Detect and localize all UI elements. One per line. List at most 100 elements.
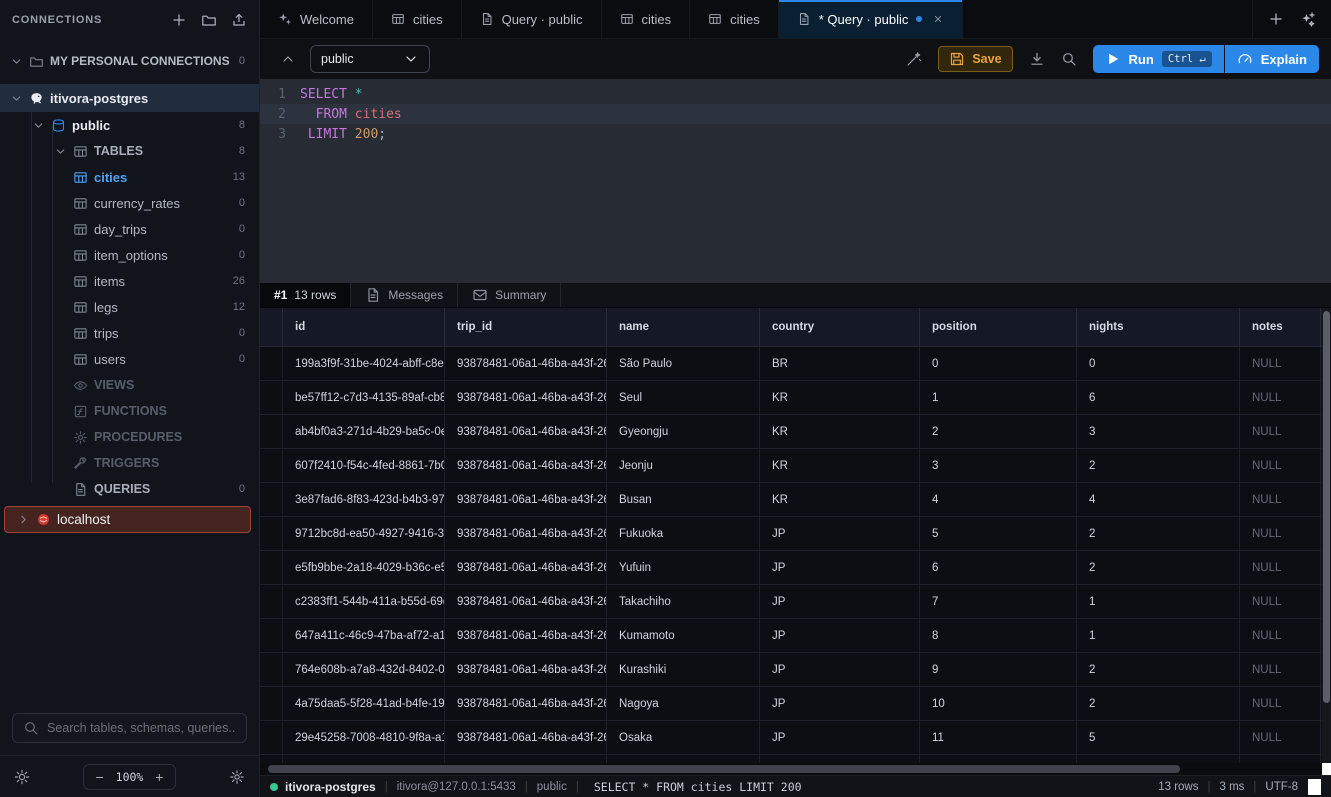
cell-country: JP [760,551,920,584]
messages-tab[interactable]: Messages [351,283,458,307]
format-sql-wand-icon[interactable] [906,51,922,67]
chevron-right-icon[interactable] [15,512,31,528]
horizontal-scrollbar[interactable] [260,763,1331,775]
table-row[interactable]: 607f2410-f54c-4fed-8861-7b044293878481-0… [260,449,1331,483]
sidebar-item-table-day_trips[interactable]: day_trips0 [0,216,259,242]
schema-select[interactable]: public [310,45,430,73]
sidebar-item-label: cities [94,170,233,185]
tab-query---public[interactable]: Query · public [462,0,602,38]
row-gutter-cell[interactable] [260,415,283,448]
search-in-editor-icon[interactable] [1061,51,1077,67]
sidebar-item-schema-public[interactable]: public8 [0,112,259,138]
column-header-position[interactable]: position [920,308,1077,346]
column-header-country[interactable]: country [760,308,920,346]
new-folder-button[interactable] [201,12,217,28]
zoom-in-button[interactable]: + [153,769,165,785]
ai-sparkles-button[interactable] [1295,6,1321,32]
sidebar-item-group-procedures[interactable]: PROCEDURES [0,424,259,450]
column-header-name[interactable]: name [607,308,760,346]
table-row[interactable]: 29e45258-7008-4810-9f8a-a159093878481-06… [260,721,1331,755]
theme-toggle-sun-icon[interactable] [14,769,30,785]
cell-name: Busan [607,483,760,516]
chevron-down-icon[interactable] [30,117,46,133]
row-gutter-cell[interactable] [260,381,283,414]
sidebar-item-group-triggers[interactable]: TRIGGERS [0,450,259,476]
run-button[interactable]: Run Ctrl ↵ [1093,45,1224,73]
sidebar-item-my-personal-connections[interactable]: MY PERSONAL CONNECTIONS0 [0,48,259,74]
tab-welcome[interactable]: Welcome [260,0,373,38]
sidebar-item-group-tables[interactable]: TABLES8 [0,138,259,164]
zoom-out-button[interactable]: − [94,769,106,785]
sidebar-item-table-users[interactable]: users0 [0,346,259,372]
tab-cities[interactable]: cities [690,0,779,38]
tab-cities[interactable]: cities [373,0,462,38]
search-input[interactable] [47,721,236,735]
sidebar-item-group-views[interactable]: VIEWS [0,372,259,398]
chevron-down-icon[interactable] [8,53,24,69]
horizontal-scrollbar-thumb[interactable] [268,765,1180,773]
sidebar-item-table-trips[interactable]: trips0 [0,320,259,346]
table-row[interactable]: e5fb9bbe-2a18-4029-b36c-e555393878481-06… [260,551,1331,585]
table-row[interactable]: 764e608b-a7a8-432d-8402-01cb93878481-06a… [260,653,1331,687]
table-row[interactable]: 4a75daa5-5f28-41ad-b4fe-1986ff93878481-0… [260,687,1331,721]
row-gutter-cell[interactable] [260,483,283,516]
cell-empty [607,755,760,763]
table-row[interactable]: 647a411c-46c9-47ba-af72-a158a93878481-06… [260,619,1331,653]
save-button[interactable]: Save [938,46,1012,72]
summary-tab[interactable]: Summary [458,283,561,307]
row-gutter-cell[interactable] [260,619,283,652]
sidebar-item-connection-itivora-postgres[interactable]: itivora-postgres [0,84,259,112]
tab---query---public[interactable]: * Query · public [779,0,964,38]
row-gutter-cell[interactable] [260,347,283,380]
row-gutter-cell[interactable] [260,721,283,754]
row-gutter-cell[interactable] [260,551,283,584]
table-row[interactable]: c2383ff1-544b-411a-b55d-69d5993878481-06… [260,585,1331,619]
new-tab-button[interactable] [1263,6,1289,32]
sidebar-item-connection-localhost[interactable]: localhost [4,506,251,533]
sidebar-item-table-cities[interactable]: cities13 [0,164,259,190]
wrench-icon [72,455,88,471]
chevron-down-icon[interactable] [8,90,24,106]
cell-country: JP [760,517,920,550]
sidebar-item-group-queries[interactable]: QUERIES0 [0,476,259,502]
sidebar-item-table-item_options[interactable]: item_options0 [0,242,259,268]
table-row[interactable]: be57ff12-c7d3-4135-89af-cb813893878481-0… [260,381,1331,415]
column-header-id[interactable]: id [283,308,445,346]
sidebar-item-table-legs[interactable]: legs12 [0,294,259,320]
row-gutter-cell[interactable] [260,653,283,686]
vertical-scrollbar[interactable] [1322,308,1331,763]
cell-nights: 2 [1077,551,1240,584]
sidebar-item-group-functions[interactable]: FUNCTIONS [0,398,259,424]
sql-editor[interactable]: 1SELECT *2 FROM cities3 LIMIT 200; [260,79,1331,283]
vertical-scrollbar-thumb[interactable] [1323,311,1330,703]
column-header-nights[interactable]: nights [1077,308,1240,346]
table-row[interactable]: 9712bc8d-ea50-4927-9416-316e93878481-06a… [260,517,1331,551]
column-header-trip_id[interactable]: trip_id [445,308,607,346]
export-connections-button[interactable] [231,12,247,28]
status-connection-name: itivora-postgres [285,780,376,794]
column-header-notes[interactable]: notes [1240,308,1321,346]
zoom-level: 100% [116,770,144,784]
cell-empty [760,755,920,763]
row-gutter-cell[interactable] [260,585,283,618]
collapse-editor-button[interactable] [280,51,296,67]
zoom-control: − 100% + [83,764,177,790]
table-row[interactable]: ab4bf0a3-271d-4b29-ba5c-0ecf893878481-06… [260,415,1331,449]
close-icon[interactable] [932,13,944,25]
tab-cities[interactable]: cities [602,0,691,38]
sidebar-item-table-currency_rates[interactable]: currency_rates0 [0,190,259,216]
download-results-icon[interactable] [1029,51,1045,67]
chevron-down-icon[interactable] [52,143,68,159]
result-set-tab[interactable]: #1 13 rows [260,283,351,307]
settings-gear-icon[interactable] [229,769,245,785]
table-row[interactable]: 199a3f9f-31be-4024-abff-c8e33d593878481-… [260,347,1331,381]
row-gutter-cell[interactable] [260,517,283,550]
sidebar-item-table-items[interactable]: items26 [0,268,259,294]
table-row[interactable]: 3e87fad6-8f83-423d-b4b3-9795693878481-06… [260,483,1331,517]
status-row-count: 13 rows [1158,781,1198,793]
add-connection-button[interactable] [171,12,187,28]
row-gutter-cell[interactable] [260,687,283,720]
cell-name: Gyeongju [607,415,760,448]
row-gutter-cell[interactable] [260,449,283,482]
explain-button[interactable]: Explain [1225,45,1319,73]
